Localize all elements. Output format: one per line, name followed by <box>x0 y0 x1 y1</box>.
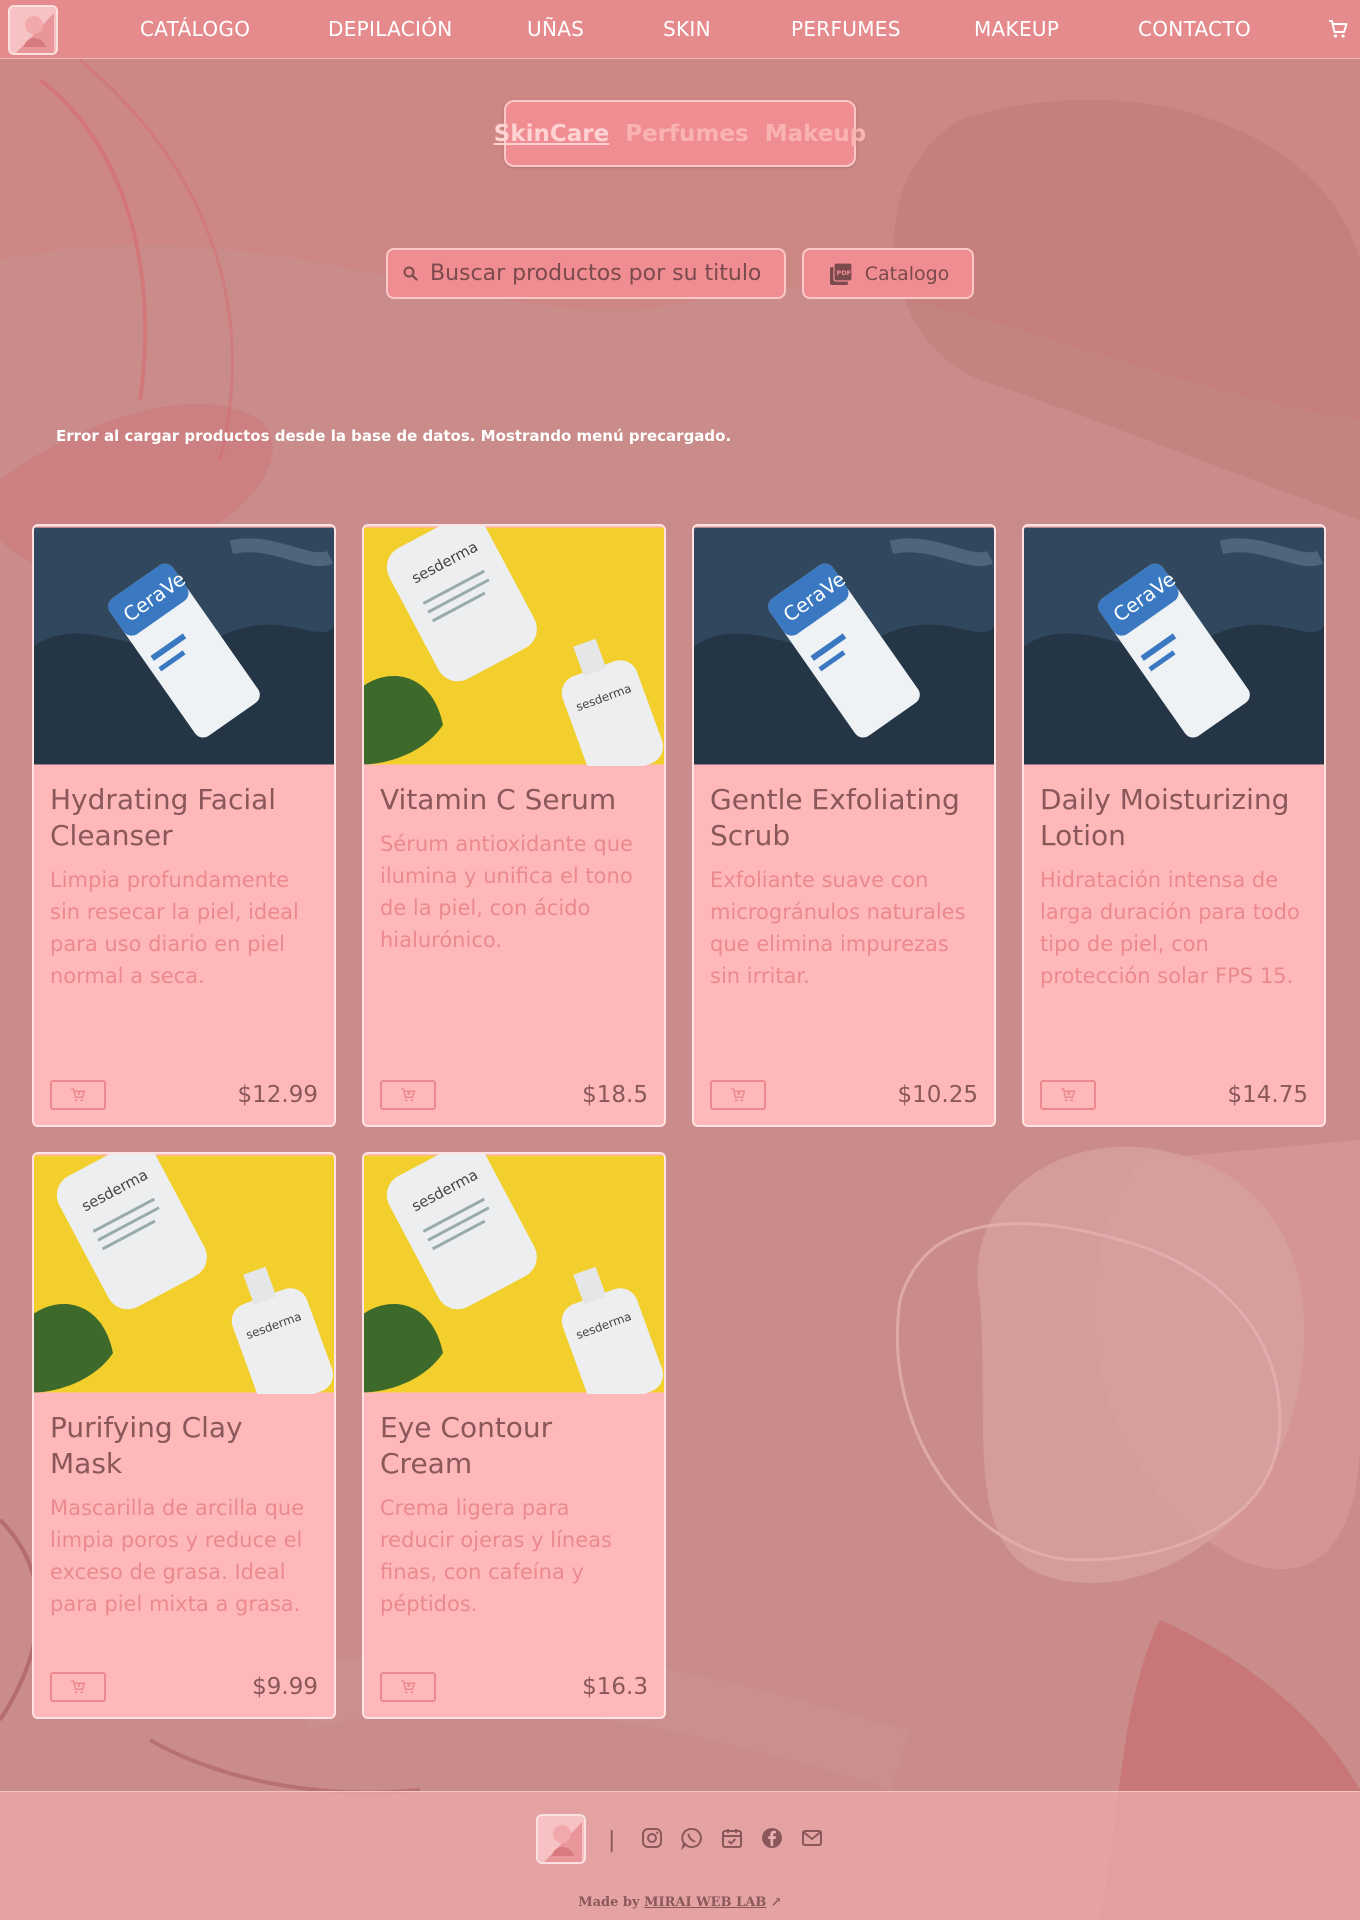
mail-icon[interactable] <box>800 1826 824 1850</box>
add-to-cart-icon <box>71 1680 86 1694</box>
nav-link-catalogo[interactable]: CATÁLOGO <box>140 17 250 41</box>
tab-skincare[interactable]: SkinCare <box>494 121 609 147</box>
product-image: sesderma sesderma <box>34 1154 334 1394</box>
footer: | Made by MIRAI WEB LAB ↗ <box>0 1791 1360 1920</box>
nav-link-unas[interactable]: UÑAS <box>527 17 584 41</box>
add-to-cart-icon <box>731 1088 746 1102</box>
tab-makeup[interactable]: Makeup <box>765 121 867 147</box>
product-title: Vitamin C Serum <box>380 783 617 816</box>
external-link-icon: ↗ <box>770 1895 782 1910</box>
product-title: Purifying Clay Mask <box>50 1411 243 1480</box>
brand-logo[interactable] <box>8 5 58 55</box>
catalog-pdf-button[interactable]: PDF Catalogo <box>802 248 974 299</box>
product-title: Daily Moisturizing Lotion <box>1040 783 1290 852</box>
tab-perfumes[interactable]: Perfumes <box>625 121 748 147</box>
category-tabs: SkinCare Perfumes Makeup <box>494 100 866 167</box>
svg-text:PDF: PDF <box>836 269 851 277</box>
product-title: Eye Contour Cream <box>380 1411 553 1480</box>
add-to-cart-icon <box>1061 1088 1076 1102</box>
add-to-cart-button[interactable] <box>50 1080 106 1110</box>
product-card[interactable]: CeraVe Gentle Exfoliating Scrub Exfolian… <box>692 524 996 1127</box>
product-price: $14.75 <box>1227 1082 1308 1108</box>
made-by-prefix: Made by <box>578 1895 640 1910</box>
product-price: $18.5 <box>582 1082 648 1108</box>
product-card[interactable]: sesderma sesderma Purifying Clay Mask Ma… <box>32 1152 336 1719</box>
product-image: CeraVe <box>34 527 334 765</box>
error-message: Error al cargar productos desde la base … <box>56 427 732 445</box>
calendar-icon[interactable] <box>720 1826 744 1850</box>
product-description: Limpia profundamente sin resecar la piel… <box>50 868 299 988</box>
product-description: Exfoliante suave con microgránulos natur… <box>710 868 966 988</box>
made-by-link[interactable]: MIRAI WEB LAB <box>644 1895 766 1910</box>
add-to-cart-button[interactable] <box>380 1672 436 1702</box>
product-title: Hydrating Facial Cleanser <box>50 783 277 852</box>
add-to-cart-icon <box>71 1088 86 1102</box>
product-card[interactable]: sesderma sesderma Vitamin C Serum Sérum … <box>362 524 666 1127</box>
product-description: Sérum antioxidante que ilumina y unifica… <box>380 832 633 952</box>
catalog-button-label: Catalogo <box>864 262 950 285</box>
add-to-cart-button[interactable] <box>380 1080 436 1110</box>
add-to-cart-icon <box>401 1088 416 1102</box>
product-price: $16.3 <box>582 1674 648 1700</box>
product-card[interactable]: CeraVe Daily Moisturizing Lotion Hidrata… <box>1022 524 1326 1127</box>
product-description: Hidratación intensa de larga duración pa… <box>1040 868 1300 988</box>
add-to-cart-icon <box>401 1680 416 1694</box>
nav-link-skin[interactable]: SKIN <box>663 17 711 41</box>
cart-icon[interactable] <box>1326 17 1350 41</box>
product-footer: $16.3 <box>380 1671 648 1703</box>
logo-illustration-icon <box>10 7 56 53</box>
nav-link-perfumes[interactable]: PERFUMES <box>791 17 901 41</box>
logo-illustration-icon <box>538 1816 584 1862</box>
top-nav: CATÁLOGO DEPILACIÓN UÑAS SKIN PERFUMES M… <box>0 0 1360 59</box>
add-to-cart-button[interactable] <box>710 1080 766 1110</box>
facebook-icon[interactable] <box>760 1826 784 1850</box>
product-footer: $14.75 <box>1040 1079 1308 1111</box>
product-image: sesderma sesderma <box>364 1154 664 1394</box>
product-footer: $9.99 <box>50 1671 318 1703</box>
pdf-icon: PDF <box>829 261 853 285</box>
product-footer: $12.99 <box>50 1079 318 1111</box>
product-description: Mascarilla de arcilla que limpia poros y… <box>50 1496 305 1616</box>
product-description: Crema ligera para reducir ojeras y línea… <box>380 1496 612 1616</box>
product-image: CeraVe <box>1024 527 1324 765</box>
product-price: $9.99 <box>252 1674 318 1700</box>
search-icon <box>403 266 418 281</box>
nav-link-contacto[interactable]: CONTACTO <box>1138 17 1251 41</box>
footer-separator: | <box>608 1828 616 1853</box>
product-price: $12.99 <box>237 1082 318 1108</box>
product-card[interactable]: sesderma sesderma Eye Contour Cream Crem… <box>362 1152 666 1719</box>
add-to-cart-button[interactable] <box>1040 1080 1096 1110</box>
product-title: Gentle Exfoliating Scrub <box>710 783 960 852</box>
add-to-cart-button[interactable] <box>50 1672 106 1702</box>
product-card[interactable]: CeraVe Hydrating Facial Cleanser Limpia … <box>32 524 336 1127</box>
search-input[interactable] <box>430 261 760 286</box>
nav-link-depilacion[interactable]: DEPILACIÓN <box>328 17 453 41</box>
nav-link-makeup[interactable]: MAKEUP <box>974 17 1059 41</box>
made-by-credit: Made by MIRAI WEB LAB ↗ <box>0 1895 1360 1910</box>
instagram-icon[interactable] <box>640 1826 664 1850</box>
search-bar <box>386 248 786 299</box>
product-price: $10.25 <box>897 1082 978 1108</box>
footer-logo[interactable] <box>536 1814 586 1864</box>
product-footer: $18.5 <box>380 1079 648 1111</box>
product-image: sesderma sesderma <box>364 526 664 766</box>
product-image: CeraVe <box>694 527 994 765</box>
product-footer: $10.25 <box>710 1079 978 1111</box>
whatsapp-icon[interactable] <box>680 1826 704 1850</box>
